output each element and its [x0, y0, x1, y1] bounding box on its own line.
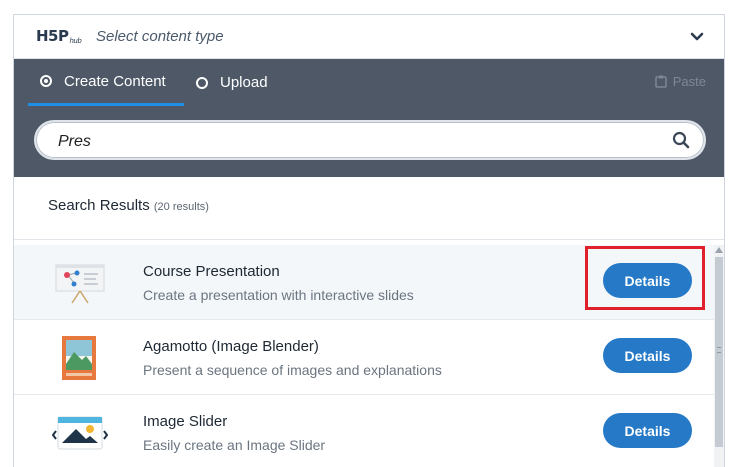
list-item-agamotto[interactable]: Agamotto (Image Blender) Present a seque… — [14, 320, 714, 395]
presentation-board-icon — [55, 264, 105, 304]
details-button[interactable]: Details — [603, 263, 692, 298]
scroll-up-arrow-icon[interactable] — [715, 247, 723, 253]
scrollbar-thumb[interactable] — [715, 257, 723, 447]
search-input[interactable] — [56, 131, 660, 153]
hub-title: Select content type — [96, 28, 224, 45]
image-blender-icon — [62, 336, 96, 380]
tab-create-content-label: Create Content — [64, 72, 166, 90]
details-button[interactable]: Details — [603, 338, 692, 373]
radio-checked-icon — [40, 75, 52, 87]
h5p-hub-logo: H5Phub — [36, 27, 82, 47]
results-title: Search Results (20 results) — [48, 197, 209, 214]
image-slider-icon — [52, 416, 108, 450]
results-title-text: Search Results — [48, 197, 150, 214]
logo-sub-text: hub — [69, 37, 82, 45]
search-area — [14, 106, 724, 177]
list-item-course-presentation[interactable]: Course Presentation Create a presentatio… — [14, 245, 714, 320]
list-item-image-slider[interactable]: Image Slider Easily create an Image Slid… — [14, 395, 714, 467]
item-title: Course Presentation — [143, 263, 280, 280]
tab-bar: Create Content Upload Paste — [14, 59, 724, 106]
item-description: Create a presentation with interactive s… — [143, 287, 414, 303]
radio-unchecked-icon — [196, 76, 208, 89]
results-list: Course Presentation Create a presentatio… — [14, 245, 714, 467]
h5p-hub-panel: H5Phub Select content type Create Conten… — [13, 14, 725, 467]
logo-text: H5P — [36, 27, 69, 45]
tab-upload-label: Upload — [220, 74, 268, 91]
details-button[interactable]: Details — [603, 413, 692, 448]
paste-label: Paste — [672, 74, 706, 89]
item-title: Image Slider — [143, 413, 228, 430]
search-box[interactable] — [34, 120, 706, 160]
search-icon[interactable] — [672, 131, 690, 149]
grip-icon — [717, 347, 721, 353]
item-description: Easily create an Image Slider — [143, 437, 326, 453]
paste-button[interactable]: Paste — [655, 74, 706, 89]
results-count: (20 results) — [153, 201, 209, 213]
clipboard-icon — [655, 75, 667, 88]
item-title: Agamotto (Image Blender) — [143, 338, 319, 355]
item-description: Present a sequence of images and explana… — [143, 362, 442, 378]
tab-upload[interactable]: Upload — [196, 59, 268, 106]
chevron-down-icon[interactable] — [690, 31, 704, 43]
hub-header[interactable]: H5Phub Select content type — [14, 15, 724, 59]
results-header: Search Results (20 results) — [14, 177, 724, 240]
scrollbar[interactable] — [714, 245, 724, 467]
tab-create-content[interactable]: Create Content — [28, 59, 184, 106]
